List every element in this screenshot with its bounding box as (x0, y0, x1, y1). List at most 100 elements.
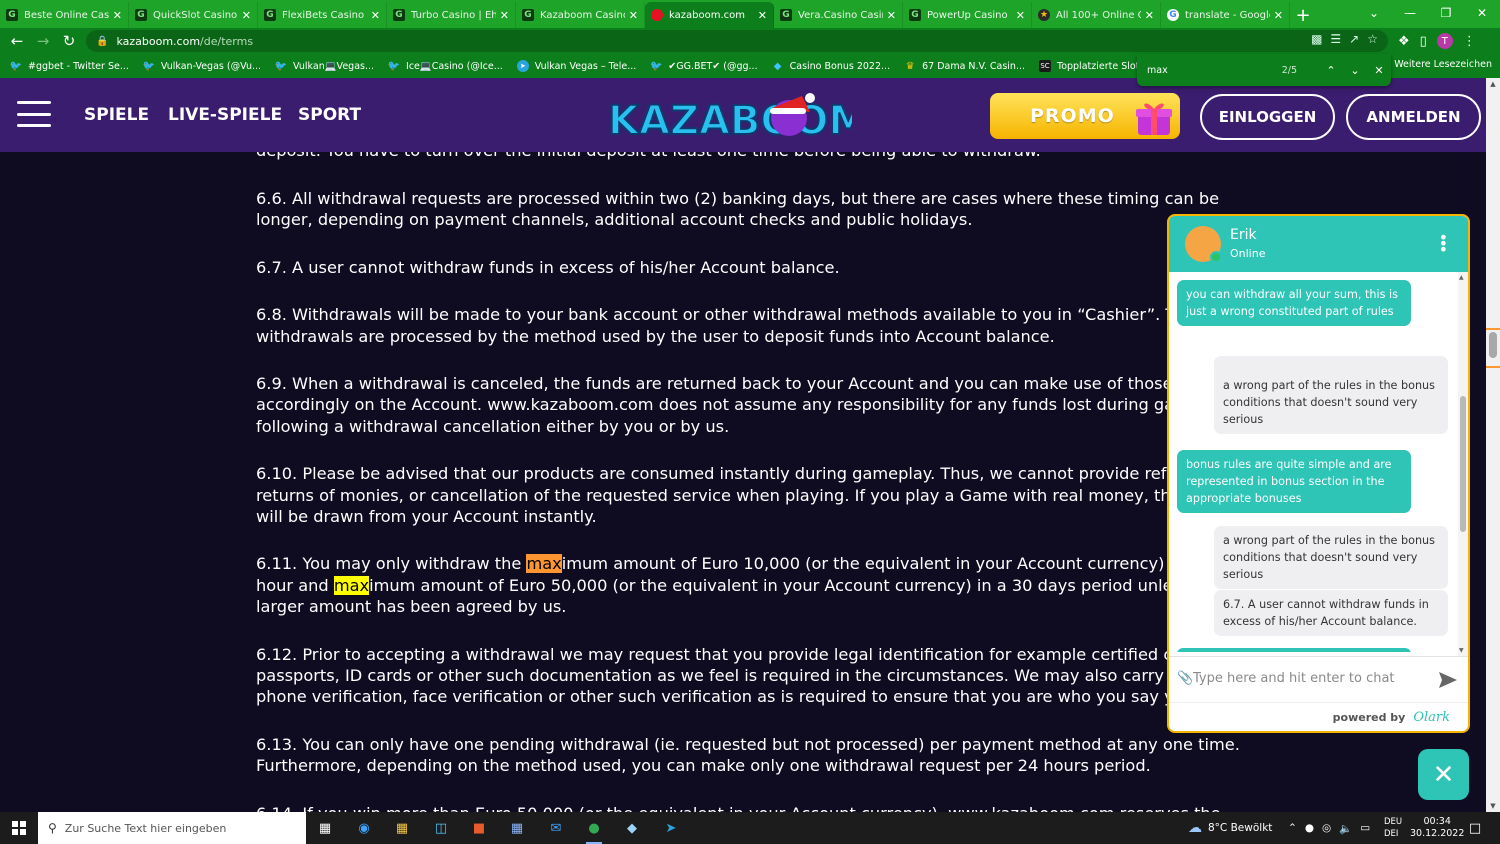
chat-scrollbar-thumb[interactable] (1460, 396, 1466, 532)
browser-tab[interactable]: G FlexiBets Casino | F ✕ (258, 2, 387, 28)
bookmark-label: #ggbet - Twitter Se... (28, 60, 129, 72)
profile-avatar[interactable]: T (1436, 33, 1453, 49)
close-tab-icon[interactable]: ✕ (500, 9, 509, 22)
kazaboom-logo[interactable]: KAZABOOM (606, 88, 852, 144)
taskbar-clock[interactable]: 00:34 30.12.2022 (1410, 816, 1464, 840)
notifications-icon[interactable]: □ (1464, 818, 1486, 838)
browser-tab[interactable]: G PowerUp Casino | ✕ (903, 2, 1032, 28)
powered-by[interactable]: powered by Olark (1169, 702, 1468, 731)
hamburger-menu-icon[interactable] (17, 101, 51, 127)
page-scrollbar-thumb[interactable] (1489, 332, 1497, 358)
bookmark-item[interactable]: ◆ Casino Bonus 2022... (772, 60, 890, 72)
bookmark-item[interactable]: 🐦 Ice💻Casino (@Ice... (388, 60, 503, 72)
app-icon[interactable]: ◆ (621, 818, 643, 838)
browser-tab[interactable]: G Vera.Casino Casino ✕ (774, 2, 903, 28)
weather-widget[interactable]: ☁ 8°C Bewölkt (1188, 812, 1272, 844)
forward-button[interactable]: → (30, 28, 56, 54)
scroll-up-arrow[interactable]: ▲ (1489, 80, 1497, 88)
taskbar-search[interactable]: ⚲ Zur Suche Text hier eingeben (38, 812, 306, 844)
browser-tab[interactable]: ● kazaboom.com ✕ (645, 2, 774, 28)
browser-tab[interactable]: G Beste Online Casin ✕ (0, 2, 129, 28)
translate-icon[interactable]: ☰ (1330, 32, 1341, 46)
browser-menu-icon[interactable]: ⋮ (1463, 34, 1476, 49)
google-icon: G (1167, 9, 1179, 21)
tab-title: Turbo Casino | Ehr (411, 9, 496, 21)
edge-icon[interactable]: ◉ (353, 818, 375, 838)
microphone-icon[interactable]: ● (1305, 822, 1314, 834)
close-tab-icon[interactable]: ✕ (629, 9, 638, 22)
tab-title: FlexiBets Casino | F (282, 9, 367, 21)
volume-icon[interactable]: 🔈 (1339, 822, 1352, 835)
bookmark-label: Vulkan Vegas – Tele... (534, 60, 637, 72)
browser-tab[interactable]: Gtranslate - Google ✕ (1161, 2, 1290, 28)
input-language[interactable]: DEU DEI (1384, 816, 1402, 840)
bookmark-star-icon[interactable]: ☆ (1367, 32, 1378, 46)
chat-close-button[interactable]: ✕ (1418, 749, 1469, 800)
attachment-icon[interactable]: 📎 (1177, 671, 1193, 686)
send-icon[interactable] (1437, 669, 1459, 691)
chat-menu-icon[interactable]: • • • (1439, 230, 1448, 258)
side-panel-icon[interactable]: ▯ (1420, 34, 1427, 49)
find-in-page-icon[interactable]: ▩ (1311, 32, 1322, 46)
file-explorer-icon[interactable]: ▦ (391, 818, 413, 838)
find-close-button[interactable]: ✕ (1367, 64, 1391, 77)
chat-messages[interactable]: you can withdraw all your sum, this is j… (1169, 272, 1458, 652)
chat-scrollbar[interactable]: ▲ ▼ (1458, 272, 1468, 656)
nav-sport[interactable]: SPORT (298, 105, 361, 125)
back-button[interactable]: ← (4, 28, 30, 54)
close-tab-icon[interactable]: ✕ (1016, 9, 1025, 22)
browser-tab[interactable]: G QuickSlot Casino | ✕ (129, 2, 258, 28)
reload-button[interactable]: ↻ (56, 28, 82, 54)
browser-tab[interactable]: ★ All 100+ Online Ca ✕ (1032, 2, 1161, 28)
mail-icon[interactable]: ✉ (545, 818, 567, 838)
network-icon[interactable]: ◎ (1322, 822, 1331, 834)
bookmark-item[interactable]: 🐦 ✔GG.BET✔ (@gg... (650, 60, 758, 72)
close-tab-icon[interactable]: ✕ (887, 9, 896, 22)
promo-button[interactable]: PROMO (990, 93, 1180, 139)
lock-icon[interactable]: 🔒 (96, 36, 108, 47)
nav-live-spiele[interactable]: LIVE-SPIELE (168, 105, 282, 125)
extensions-icon[interactable]: ❖ (1398, 34, 1410, 49)
bookmark-item[interactable]: ➤ Vulkan Vegas – Tele... (516, 60, 637, 72)
find-previous-button[interactable]: ⌃ (1319, 64, 1343, 77)
find-input[interactable]: max (1147, 65, 1282, 76)
battery-icon[interactable]: ▭ (1360, 822, 1370, 834)
share-icon[interactable]: ↗ (1349, 32, 1359, 46)
maximize-button[interactable]: ❐ (1428, 0, 1464, 26)
close-tab-icon[interactable]: ✕ (113, 9, 122, 22)
browser-tab[interactable]: G Turbo Casino | Ehr ✕ (387, 2, 516, 28)
find-next-button[interactable]: ⌄ (1343, 64, 1367, 77)
register-button[interactable]: ANMELDEN (1346, 94, 1481, 140)
browser-tab[interactable]: G Kazaboom Casino ✕ (516, 2, 645, 28)
calculator-icon[interactable]: ▦ (506, 818, 528, 838)
scroll-down-arrow[interactable]: ▼ (1489, 802, 1497, 810)
minimize-button[interactable]: — (1392, 0, 1428, 26)
bookmark-item[interactable]: 🐦 Vulkan-Vegas (@Vu... (143, 60, 261, 72)
page-scrollbar[interactable]: ▲ ▼ (1486, 78, 1500, 812)
task-view-icon[interactable]: ▦ (314, 818, 336, 838)
office-icon[interactable]: ■ (468, 818, 490, 838)
store-icon[interactable]: ◫ (430, 818, 452, 838)
bookmark-item[interactable]: 🐦 #ggbet - Twitter Se... (10, 60, 129, 72)
telegram-icon[interactable]: ➤ (660, 818, 682, 838)
show-hidden-icons-icon[interactable]: ⌃ (1288, 822, 1297, 834)
tab-search-icon[interactable]: ⌄ (1356, 0, 1392, 26)
address-bar[interactable]: 🔒 kazaboom.com/de/terms ▩ ☰ ↗ ☆ (86, 30, 1388, 52)
chat-header[interactable]: Erik Online • • • (1169, 216, 1468, 272)
nav-spiele[interactable]: SPIELE (84, 105, 149, 125)
close-tab-icon[interactable]: ✕ (242, 9, 251, 22)
chat-input[interactable] (1193, 667, 1433, 689)
login-button[interactable]: EINLOGGEN (1200, 94, 1335, 140)
close-tab-icon[interactable]: ✕ (758, 9, 767, 22)
bookmark-item[interactable]: 🐦 Vulkan💻Vegas... (275, 60, 374, 72)
close-tab-icon[interactable]: ✕ (1274, 9, 1283, 22)
chrome-icon[interactable]: ● (583, 818, 605, 844)
new-tab-button[interactable]: + (1290, 2, 1316, 28)
terms-paragraph-6-11: 6.11. You may only withdraw the maximum … (256, 554, 1225, 616)
bookmark-item[interactable]: ♛ 67 Dama N.V. Casin... (904, 60, 1025, 72)
close-tab-icon[interactable]: ✕ (1145, 9, 1154, 22)
close-tab-icon[interactable]: ✕ (371, 9, 380, 22)
close-window-button[interactable]: ✕ (1464, 0, 1500, 26)
start-button[interactable] (0, 812, 38, 844)
more-bookmarks-folder[interactable]: Weitere Lesezeichen (1376, 59, 1492, 70)
